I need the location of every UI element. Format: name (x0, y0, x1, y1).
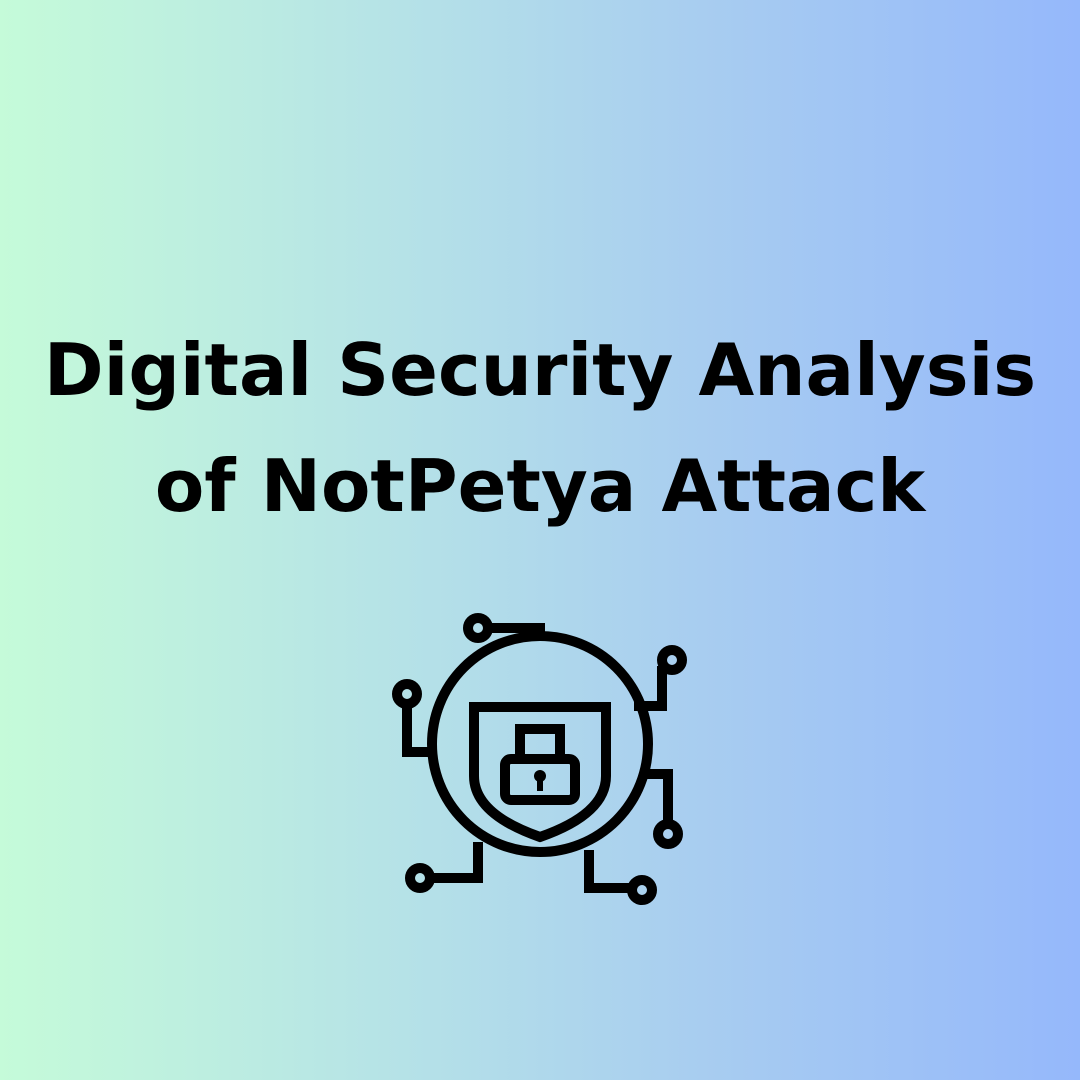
circuit-node-right (653, 819, 683, 849)
circuit-node-top-right (657, 645, 687, 675)
circuit-trace-bottom-left (430, 842, 483, 883)
circuit-node-bottom-right (627, 875, 657, 905)
circuit-trace-bottom-right (584, 850, 632, 893)
poster-canvas: Digital Security Analysis of NotPetya At… (0, 0, 1080, 1080)
circuit-node-bottom-left (405, 863, 435, 893)
circuit-node-top (463, 613, 493, 643)
page-title: Digital Security Analysis of NotPetya At… (0, 312, 1080, 544)
title-line-2: of NotPetya Attack (154, 444, 926, 528)
title-line-1: Digital Security Analysis (43, 328, 1037, 412)
circuit-trace-right (646, 769, 673, 824)
outer-ring (427, 631, 653, 857)
shield-lock-circuit-icon (392, 613, 687, 905)
circuit-node-left (392, 679, 422, 709)
